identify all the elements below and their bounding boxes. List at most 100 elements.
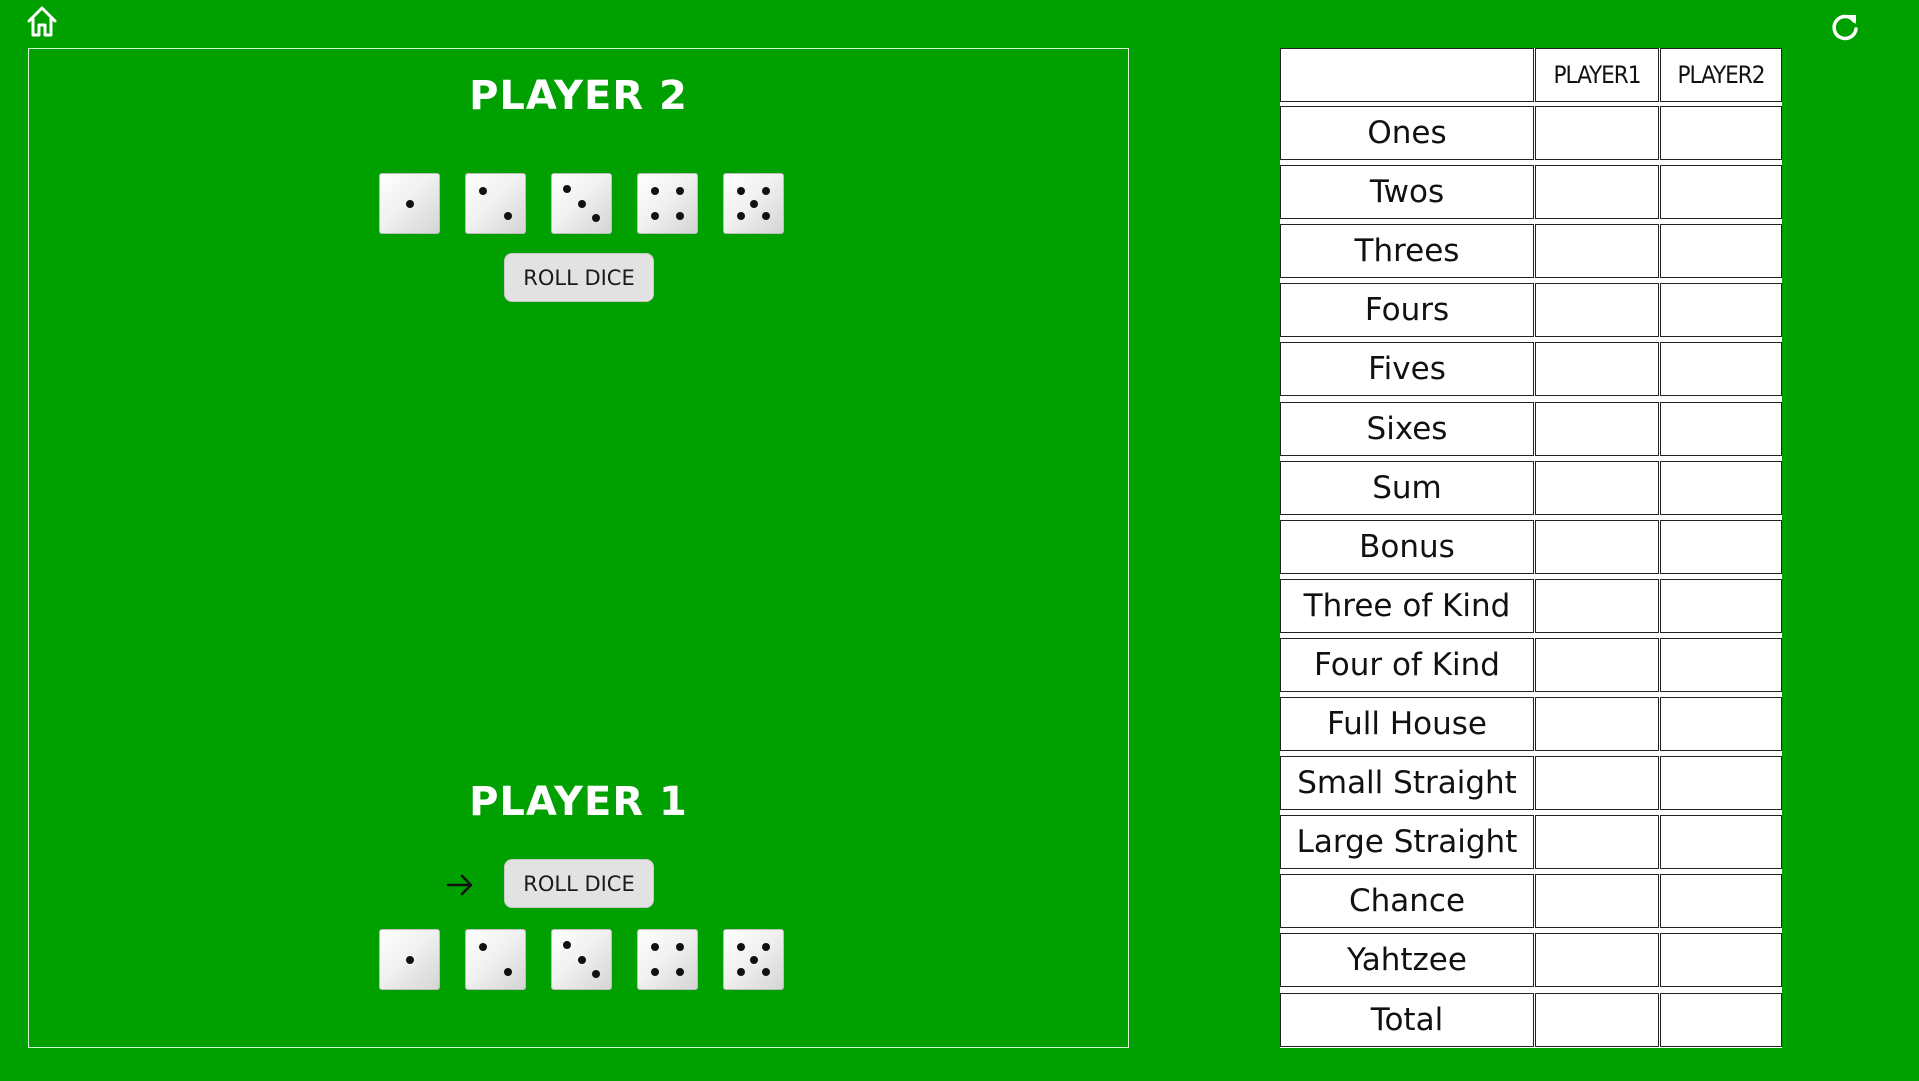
- player2-die-5[interactable]: [723, 173, 784, 234]
- player1-die-3[interactable]: [551, 929, 612, 990]
- player1-dice-row: [379, 929, 784, 990]
- score-row-label: Four of Kind: [1280, 637, 1534, 692]
- die-pip: [478, 186, 487, 195]
- header-player2: PLAYER2: [1660, 48, 1782, 102]
- player1-die-2[interactable]: [465, 929, 526, 990]
- player2-die-3[interactable]: [551, 173, 612, 234]
- score-cell-player2[interactable]: [1660, 401, 1782, 456]
- score-row-label: Chance: [1280, 874, 1534, 929]
- score-cell-player2[interactable]: [1660, 815, 1782, 870]
- player2-roll-dice-button[interactable]: ROLL DICE: [504, 253, 654, 302]
- score-row-yahtzee: Yahtzee: [1280, 933, 1782, 988]
- die-pip: [650, 186, 659, 195]
- score-cell-player2[interactable]: [1660, 460, 1782, 515]
- score-row-sum: Sum: [1280, 460, 1782, 515]
- score-cell-player1[interactable]: [1535, 460, 1659, 515]
- score-cell-player1[interactable]: [1535, 224, 1659, 279]
- score-cell-player2[interactable]: [1660, 933, 1782, 988]
- score-cell-player2[interactable]: [1660, 106, 1782, 160]
- die-pip: [650, 942, 659, 951]
- die-pip: [504, 968, 513, 977]
- die-pip: [577, 955, 586, 964]
- score-cell-player1[interactable]: [1535, 578, 1659, 633]
- die-pip: [592, 970, 601, 979]
- die-pip: [736, 968, 745, 977]
- refresh-button[interactable]: [1828, 10, 1862, 44]
- score-cell-player2[interactable]: [1660, 165, 1782, 220]
- refresh-icon: [1832, 14, 1858, 41]
- die-pip: [650, 968, 659, 977]
- player2-dice-row: [379, 173, 784, 234]
- score-row-chance: Chance: [1280, 874, 1782, 929]
- die-pip: [405, 199, 414, 208]
- die-pip: [736, 186, 745, 195]
- score-cell-player1[interactable]: [1535, 519, 1659, 574]
- score-cell-player1[interactable]: [1535, 756, 1659, 811]
- die-pip: [762, 212, 771, 221]
- score-cell-player2[interactable]: [1660, 756, 1782, 811]
- score-row-label: Sum: [1280, 460, 1534, 515]
- score-cell-player1[interactable]: [1535, 106, 1659, 160]
- score-row-ones: Ones: [1280, 106, 1782, 160]
- player1-die-1[interactable]: [379, 929, 440, 990]
- score-cell-player1[interactable]: [1535, 283, 1659, 338]
- score-row-four-of-kind: Four of Kind: [1280, 637, 1782, 692]
- score-row-label: Sixes: [1280, 401, 1534, 456]
- player1-die-5[interactable]: [723, 929, 784, 990]
- score-cell-player2[interactable]: [1660, 992, 1782, 1047]
- score-row-label: Small Straight: [1280, 756, 1534, 811]
- scorecard-header-row: PLAYER1 PLAYER2: [1280, 48, 1782, 102]
- die-pip: [562, 184, 571, 193]
- score-row-twos: Twos: [1280, 165, 1782, 220]
- score-cell-player2[interactable]: [1660, 519, 1782, 574]
- score-cell-player1[interactable]: [1535, 933, 1659, 988]
- die-pip: [676, 212, 685, 221]
- score-cell-player2[interactable]: [1660, 697, 1782, 751]
- score-cell-player2[interactable]: [1660, 578, 1782, 633]
- score-row-label: Twos: [1280, 165, 1534, 220]
- header-player1: PLAYER1: [1535, 48, 1659, 102]
- score-cell-player1[interactable]: [1535, 165, 1659, 220]
- die-pip: [736, 942, 745, 951]
- score-cell-player1[interactable]: [1535, 697, 1659, 751]
- die-pip: [676, 968, 685, 977]
- home-button[interactable]: [25, 4, 59, 38]
- player2-die-2[interactable]: [465, 173, 526, 234]
- score-row-label: Fours: [1280, 283, 1534, 338]
- score-cell-player1[interactable]: [1535, 401, 1659, 456]
- die-pip: [405, 955, 414, 964]
- die-pip: [762, 186, 771, 195]
- score-cell-player1[interactable]: [1535, 815, 1659, 870]
- die-pip: [749, 199, 758, 208]
- score-row-full-house: Full House: [1280, 697, 1782, 751]
- player2-die-1[interactable]: [379, 173, 440, 234]
- die-pip: [736, 212, 745, 221]
- score-row-total: Total: [1280, 992, 1782, 1047]
- score-cell-player2[interactable]: [1660, 283, 1782, 338]
- score-row-threes: Threes: [1280, 224, 1782, 279]
- score-cell-player1[interactable]: [1535, 992, 1659, 1047]
- die-pip: [762, 968, 771, 977]
- player2-title: PLAYER 2: [469, 73, 688, 119]
- score-cell-player1[interactable]: [1535, 637, 1659, 692]
- die-pip: [762, 942, 771, 951]
- score-cell-player2[interactable]: [1660, 637, 1782, 692]
- score-row-fours: Fours: [1280, 283, 1782, 338]
- score-row-label: Threes: [1280, 224, 1534, 279]
- score-cell-player2[interactable]: [1660, 342, 1782, 397]
- score-row-label: Ones: [1280, 106, 1534, 160]
- score-row-label: Large Straight: [1280, 815, 1534, 870]
- die-pip: [749, 955, 758, 964]
- player2-die-4[interactable]: [637, 173, 698, 234]
- player1-die-4[interactable]: [637, 929, 698, 990]
- die-pip: [504, 212, 513, 221]
- score-cell-player1[interactable]: [1535, 874, 1659, 929]
- score-cell-player2[interactable]: [1660, 224, 1782, 279]
- game-board: PLAYER 2 ROLL DICE PLAYER 1 ROLL DICE: [28, 48, 1129, 1048]
- score-row-label: Fives: [1280, 342, 1534, 397]
- player1-roll-dice-button[interactable]: ROLL DICE: [504, 859, 654, 908]
- die-pip: [592, 214, 601, 223]
- score-cell-player1[interactable]: [1535, 342, 1659, 397]
- die-pip: [577, 199, 586, 208]
- score-cell-player2[interactable]: [1660, 874, 1782, 929]
